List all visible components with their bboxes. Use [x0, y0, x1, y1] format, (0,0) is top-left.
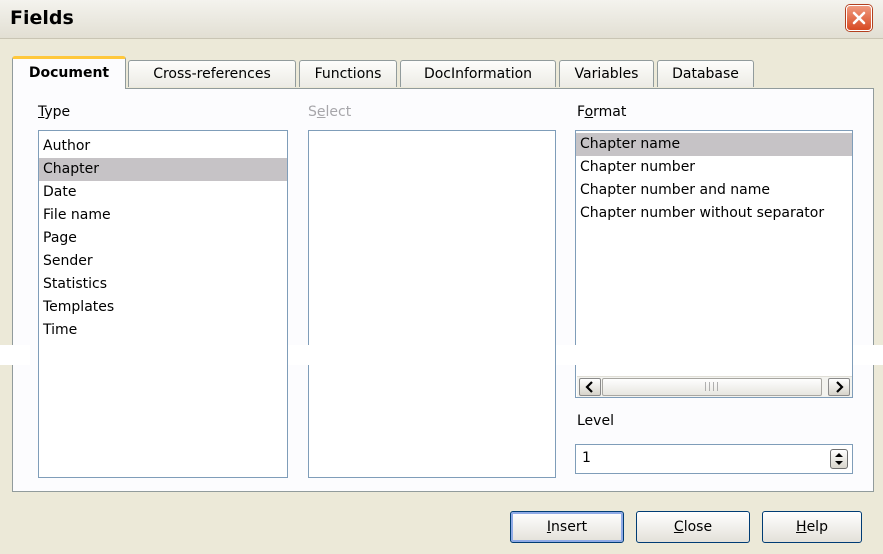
- format-horizontal-scrollbar[interactable]: ||||: [577, 376, 852, 397]
- format-listbox[interactable]: Chapter name Chapter number Chapter numb…: [575, 130, 853, 398]
- select-listbox[interactable]: [308, 130, 556, 478]
- scroll-left-button[interactable]: [579, 378, 601, 396]
- dialog-title: Fields: [10, 7, 74, 29]
- list-item[interactable]: Sender: [39, 250, 287, 273]
- title-bar[interactable]: Fields: [0, 0, 883, 39]
- tab-label: DocInformation: [423, 66, 533, 82]
- close-button[interactable]: Close: [636, 511, 750, 543]
- tab-cross-references[interactable]: Cross-references: [128, 60, 296, 87]
- torn-edge: [288, 345, 310, 365]
- scroll-thumb[interactable]: ||||: [602, 378, 822, 396]
- list-item[interactable]: Author: [39, 135, 287, 158]
- scroll-right-button[interactable]: [828, 378, 850, 396]
- level-spin-button[interactable]: [830, 449, 848, 469]
- list-item[interactable]: Chapter number: [576, 156, 852, 179]
- close-window-button[interactable]: [846, 5, 872, 31]
- type-listbox[interactable]: Author Chapter Date File name Page Sende…: [38, 130, 288, 478]
- select-label: Select: [308, 104, 352, 120]
- tab-database[interactable]: Database: [657, 60, 754, 87]
- chevron-right-icon: [836, 381, 844, 393]
- list-item[interactable]: Templates: [39, 296, 287, 319]
- tab-label: Functions: [314, 66, 382, 82]
- level-value[interactable]: 1: [582, 450, 591, 466]
- list-item[interactable]: Chapter name: [576, 133, 852, 156]
- list-item[interactable]: Chapter number without separator: [576, 202, 852, 225]
- help-button[interactable]: Help: [762, 511, 862, 543]
- spin-updown-icon: [835, 453, 843, 465]
- tab-document[interactable]: Document: [12, 56, 126, 89]
- insert-button[interactable]: Insert: [510, 511, 624, 543]
- tab-label: Variables: [574, 66, 639, 82]
- torn-edge: [853, 345, 883, 365]
- list-item[interactable]: Chapter: [39, 158, 287, 181]
- chevron-left-icon: [585, 381, 593, 393]
- list-item[interactable]: Chapter number and name: [576, 179, 852, 202]
- tab-label: Database: [672, 66, 739, 82]
- tab-label: Document: [28, 65, 110, 81]
- tab-docinformation[interactable]: DocInformation: [400, 60, 556, 87]
- torn-edge: [556, 345, 576, 365]
- tab-functions[interactable]: Functions: [299, 60, 397, 87]
- level-spinbox[interactable]: 1: [575, 444, 853, 474]
- type-label: Type: [38, 104, 71, 120]
- list-item[interactable]: Date: [39, 181, 287, 204]
- list-item[interactable]: Time: [39, 319, 287, 342]
- fields-dialog: Fields Document Cross-references Functio…: [0, 0, 883, 554]
- torn-edge: [0, 345, 30, 365]
- list-item[interactable]: Statistics: [39, 273, 287, 296]
- format-label: Format: [577, 104, 627, 120]
- tab-variables[interactable]: Variables: [559, 60, 654, 87]
- close-icon: [852, 11, 866, 25]
- list-item[interactable]: Page: [39, 227, 287, 250]
- level-label: Level: [577, 413, 614, 429]
- list-item[interactable]: File name: [39, 204, 287, 227]
- tab-label: Cross-references: [153, 66, 271, 82]
